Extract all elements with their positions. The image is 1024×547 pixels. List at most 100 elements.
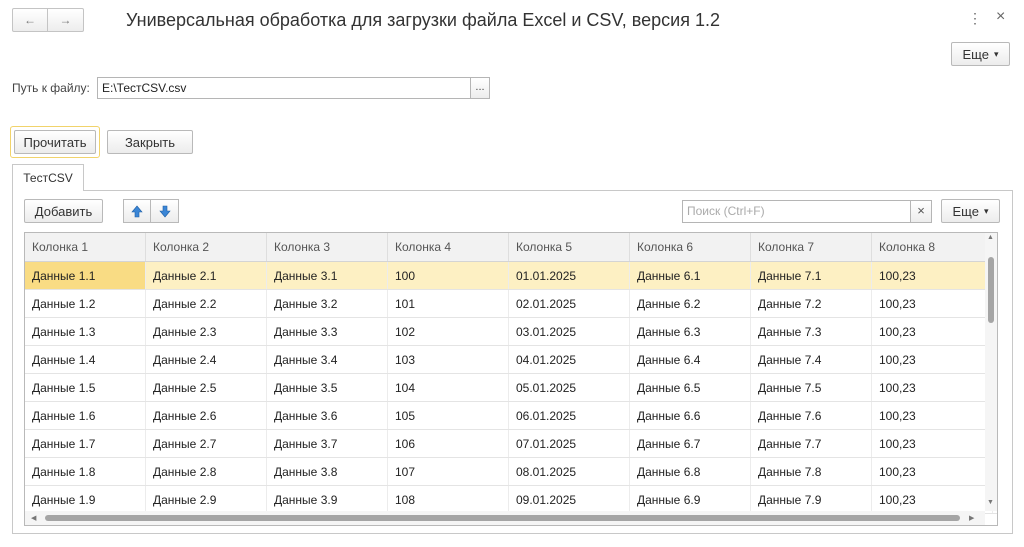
table-cell[interactable]: 100,23: [872, 318, 993, 345]
table-cell[interactable]: Данные 1.2: [25, 290, 146, 317]
column-header[interactable]: Колонка 3: [267, 233, 388, 261]
table-cell[interactable]: Данные 3.5: [267, 374, 388, 401]
table-cell[interactable]: Данные 7.8: [751, 458, 872, 485]
column-header[interactable]: Колонка 1: [25, 233, 146, 261]
table-cell[interactable]: Данные 7.7: [751, 430, 872, 457]
table-cell[interactable]: 07.01.2025: [509, 430, 630, 457]
table-cell[interactable]: 04.01.2025: [509, 346, 630, 373]
horizontal-scroll-thumb[interactable]: [45, 515, 960, 521]
table-cell[interactable]: 101: [388, 290, 509, 317]
table-cell[interactable]: Данные 3.3: [267, 318, 388, 345]
table-cell[interactable]: 05.01.2025: [509, 374, 630, 401]
table-cell[interactable]: 106: [388, 430, 509, 457]
table-cell[interactable]: 100,23: [872, 262, 993, 289]
table-cell[interactable]: Данные 1.3: [25, 318, 146, 345]
table-cell[interactable]: 102: [388, 318, 509, 345]
add-button[interactable]: Добавить: [24, 199, 103, 223]
table-cell[interactable]: Данные 2.3: [146, 318, 267, 345]
table-cell[interactable]: Данные 7.5: [751, 374, 872, 401]
column-header[interactable]: Колонка 5: [509, 233, 630, 261]
table-cell[interactable]: 02.01.2025: [509, 290, 630, 317]
table-cell[interactable]: Данные 1.9: [25, 486, 146, 513]
move-up-button[interactable]: [123, 199, 151, 223]
table-cell[interactable]: 100,23: [872, 486, 993, 513]
table-cell[interactable]: Данные 1.7: [25, 430, 146, 457]
table-cell[interactable]: Данные 6.2: [630, 290, 751, 317]
table-cell[interactable]: 108: [388, 486, 509, 513]
table-cell[interactable]: Данные 7.4: [751, 346, 872, 373]
column-header[interactable]: Колонка 2: [146, 233, 267, 261]
table-cell[interactable]: 100,23: [872, 402, 993, 429]
table-cell[interactable]: Данные 2.9: [146, 486, 267, 513]
table-row[interactable]: Данные 1.6 Данные 2.6 Данные 3.6 105 06.01.2…: [25, 402, 997, 430]
table-row[interactable]: Данные 1.7 Данные 2.7 Данные 3.7 106 07.01.2…: [25, 430, 997, 458]
tab-testcsv[interactable]: ТестCSV: [12, 164, 84, 191]
table-cell[interactable]: 104: [388, 374, 509, 401]
file-select-button[interactable]: ...: [470, 77, 490, 99]
table-cell[interactable]: Данные 7.1: [751, 262, 872, 289]
column-header[interactable]: Колонка 7: [751, 233, 872, 261]
table-cell[interactable]: Данные 7.6: [751, 402, 872, 429]
table-cell[interactable]: Данные 2.8: [146, 458, 267, 485]
table-cell[interactable]: Данные 3.6: [267, 402, 388, 429]
table-cell[interactable]: Данные 2.1: [146, 262, 267, 289]
table-cell[interactable]: Данные 1.6: [25, 402, 146, 429]
table-cell[interactable]: 100,23: [872, 458, 993, 485]
table-cell[interactable]: Данные 2.7: [146, 430, 267, 457]
horizontal-scrollbar[interactable]: ◀ ▶: [25, 511, 985, 525]
table-cell[interactable]: Данные 7.3: [751, 318, 872, 345]
table-cell[interactable]: Данные 1.4: [25, 346, 146, 373]
table-cell[interactable]: Данные 1.5: [25, 374, 146, 401]
column-header[interactable]: Колонка 8: [872, 233, 993, 261]
header-more-button[interactable]: Еще ▾: [951, 42, 1010, 66]
table-cell[interactable]: Данные 6.3: [630, 318, 751, 345]
vertical-scrollbar[interactable]: ▲ ▼: [985, 233, 997, 511]
close-button[interactable]: Закрыть: [107, 130, 193, 154]
table-row[interactable]: Данные 1.1 Данные 2.1 Данные 3.1 100 01.01.2…: [25, 262, 997, 290]
column-header[interactable]: Колонка 6: [630, 233, 751, 261]
table-cell[interactable]: Данные 1.8: [25, 458, 146, 485]
table-cell[interactable]: Данные 2.5: [146, 374, 267, 401]
table-row[interactable]: Данные 1.8 Данные 2.8 Данные 3.8 107 08.01.2…: [25, 458, 997, 486]
table-cell[interactable]: Данные 6.1: [630, 262, 751, 289]
table-cell[interactable]: Данные 6.4: [630, 346, 751, 373]
forward-button[interactable]: →: [48, 8, 84, 32]
table-cell[interactable]: Данные 7.9: [751, 486, 872, 513]
table-cell[interactable]: 100,23: [872, 430, 993, 457]
table-cell[interactable]: Данные 6.8: [630, 458, 751, 485]
table-cell[interactable]: Данные 3.1: [267, 262, 388, 289]
table-cell[interactable]: Данные 3.9: [267, 486, 388, 513]
table-more-button[interactable]: Еще ▾: [941, 199, 1000, 223]
table-cell[interactable]: Данные 7.2: [751, 290, 872, 317]
table-cell[interactable]: Данные 2.4: [146, 346, 267, 373]
table-cell[interactable]: 06.01.2025: [509, 402, 630, 429]
table-cell[interactable]: 100,23: [872, 374, 993, 401]
table-cell[interactable]: 08.01.2025: [509, 458, 630, 485]
table-cell[interactable]: 03.01.2025: [509, 318, 630, 345]
table-cell[interactable]: 103: [388, 346, 509, 373]
table-cell[interactable]: 100,23: [872, 346, 993, 373]
table-cell[interactable]: 01.01.2025: [509, 262, 630, 289]
table-cell[interactable]: Данные 2.2: [146, 290, 267, 317]
scroll-up-icon[interactable]: ▲: [987, 234, 994, 241]
table-cell[interactable]: Данные 3.8: [267, 458, 388, 485]
column-header[interactable]: Колонка 4: [388, 233, 509, 261]
table-row[interactable]: Данные 1.2 Данные 2.2 Данные 3.2 101 02.01.2…: [25, 290, 997, 318]
read-button[interactable]: Прочитать: [14, 130, 96, 154]
table-row[interactable]: Данные 1.4 Данные 2.4 Данные 3.4 103 04.01.2…: [25, 346, 997, 374]
more-vertical-icon[interactable]: ⋮: [968, 10, 982, 27]
table-cell[interactable]: 100,23: [872, 290, 993, 317]
search-input[interactable]: Поиск (Ctrl+F): [682, 200, 910, 223]
table-cell[interactable]: Данные 6.7: [630, 430, 751, 457]
scroll-left-icon[interactable]: ◀: [31, 514, 36, 522]
table-cell[interactable]: Данные 1.1: [25, 262, 146, 289]
search-clear-button[interactable]: ×: [910, 200, 932, 223]
table-cell[interactable]: Данные 6.5: [630, 374, 751, 401]
scroll-down-icon[interactable]: ▼: [987, 499, 994, 506]
table-row[interactable]: Данные 1.9 Данные 2.9 Данные 3.9 108 09.01.2…: [25, 486, 997, 514]
file-path-input[interactable]: E:\ТестCSV.csv: [97, 77, 470, 99]
vertical-scroll-thumb[interactable]: [988, 257, 994, 323]
table-cell[interactable]: 107: [388, 458, 509, 485]
table-cell[interactable]: 100: [388, 262, 509, 289]
table-row[interactable]: Данные 1.3 Данные 2.3 Данные 3.3 102 03.01.2…: [25, 318, 997, 346]
